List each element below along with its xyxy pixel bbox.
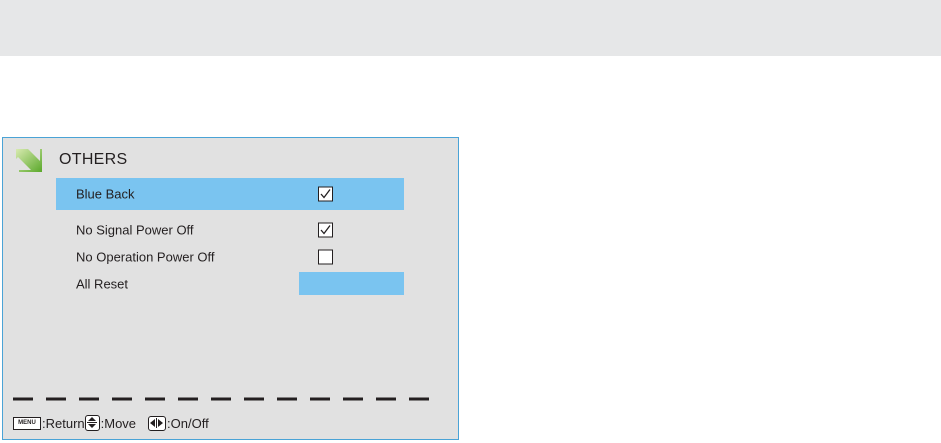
osd-menu-panel: OTHERS Blue Back No Signal Power Off No … [2, 137, 459, 440]
checkmark-icon [320, 189, 331, 199]
menu-item-label: Blue Back [76, 186, 135, 202]
top-header-band [0, 0, 941, 56]
arrow-icon [16, 149, 42, 172]
menu-title: OTHERS [59, 151, 128, 168]
return-hint: :Return [42, 415, 85, 431]
menu-item-blue-back[interactable]: Blue Back [56, 178, 404, 210]
menu-key-icon: MENU [13, 416, 41, 430]
no-operation-power-off-checkbox[interactable] [318, 249, 333, 265]
onoff-hint: :On/Off [167, 415, 209, 431]
move-hint: :Move [100, 415, 137, 431]
menu-item-label: All Reset [76, 276, 129, 292]
all-reset-bar[interactable] [299, 272, 404, 295]
up-down-arrows-icon [84, 415, 100, 431]
menu-item-label: No Signal Power Off [76, 222, 194, 238]
checkmark-icon [320, 225, 331, 235]
left-right-arrows-icon [148, 415, 167, 431]
no-signal-power-off-checkbox[interactable] [318, 222, 333, 238]
blue-back-checkbox[interactable] [318, 186, 333, 202]
key-hints: MENU :Return :Move :On/Off [13, 414, 209, 432]
dashed-divider [13, 397, 438, 401]
menu-item-label: No Operation Power Off [76, 249, 215, 265]
